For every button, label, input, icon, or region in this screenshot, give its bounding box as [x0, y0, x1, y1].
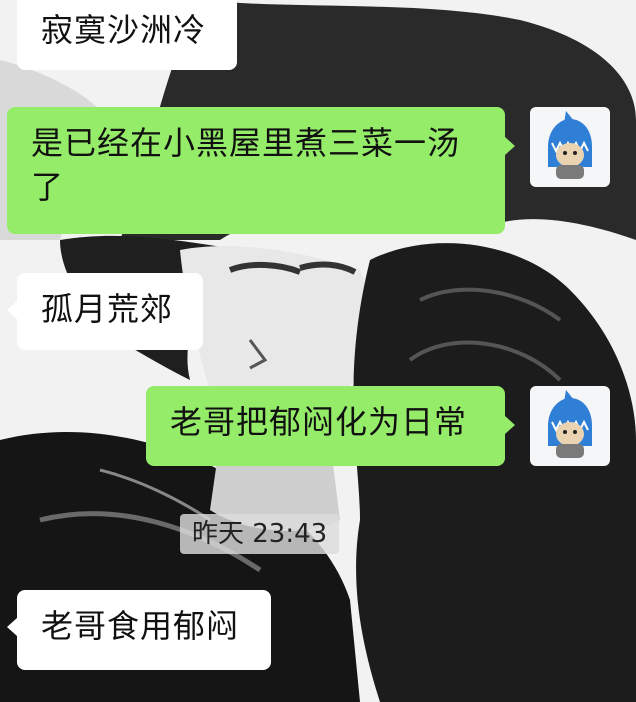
shark-hoodie-avatar-icon — [548, 390, 592, 458]
message-text: 老哥食用郁闷 — [41, 607, 240, 645]
message-text: 孤月荒郊 — [41, 290, 174, 328]
user-avatar[interactable] — [530, 386, 610, 466]
shark-hoodie-avatar-icon — [548, 111, 592, 179]
message-bubble-incoming[interactable]: 寂寞沙洲冷 — [17, 0, 237, 70]
message-timestamp: 昨天 23:43 — [180, 514, 340, 554]
message-bubble-incoming[interactable]: 孤月荒郊 — [7, 273, 203, 350]
message-text: 寂寞沙洲冷 — [41, 11, 207, 49]
message-bubble-incoming[interactable]: 老哥食用郁闷 — [7, 590, 271, 670]
message-text: 老哥把郁闷化为日常 — [170, 403, 468, 441]
user-avatar[interactable] — [530, 107, 610, 187]
message-bubble-outgoing[interactable]: 是已经在小黑屋里煮三菜一汤了 — [7, 107, 515, 234]
message-text: 是已经在小黑屋里煮三菜一汤了 — [31, 124, 461, 206]
message-bubble-outgoing[interactable]: 老哥把郁闷化为日常 — [146, 386, 515, 466]
